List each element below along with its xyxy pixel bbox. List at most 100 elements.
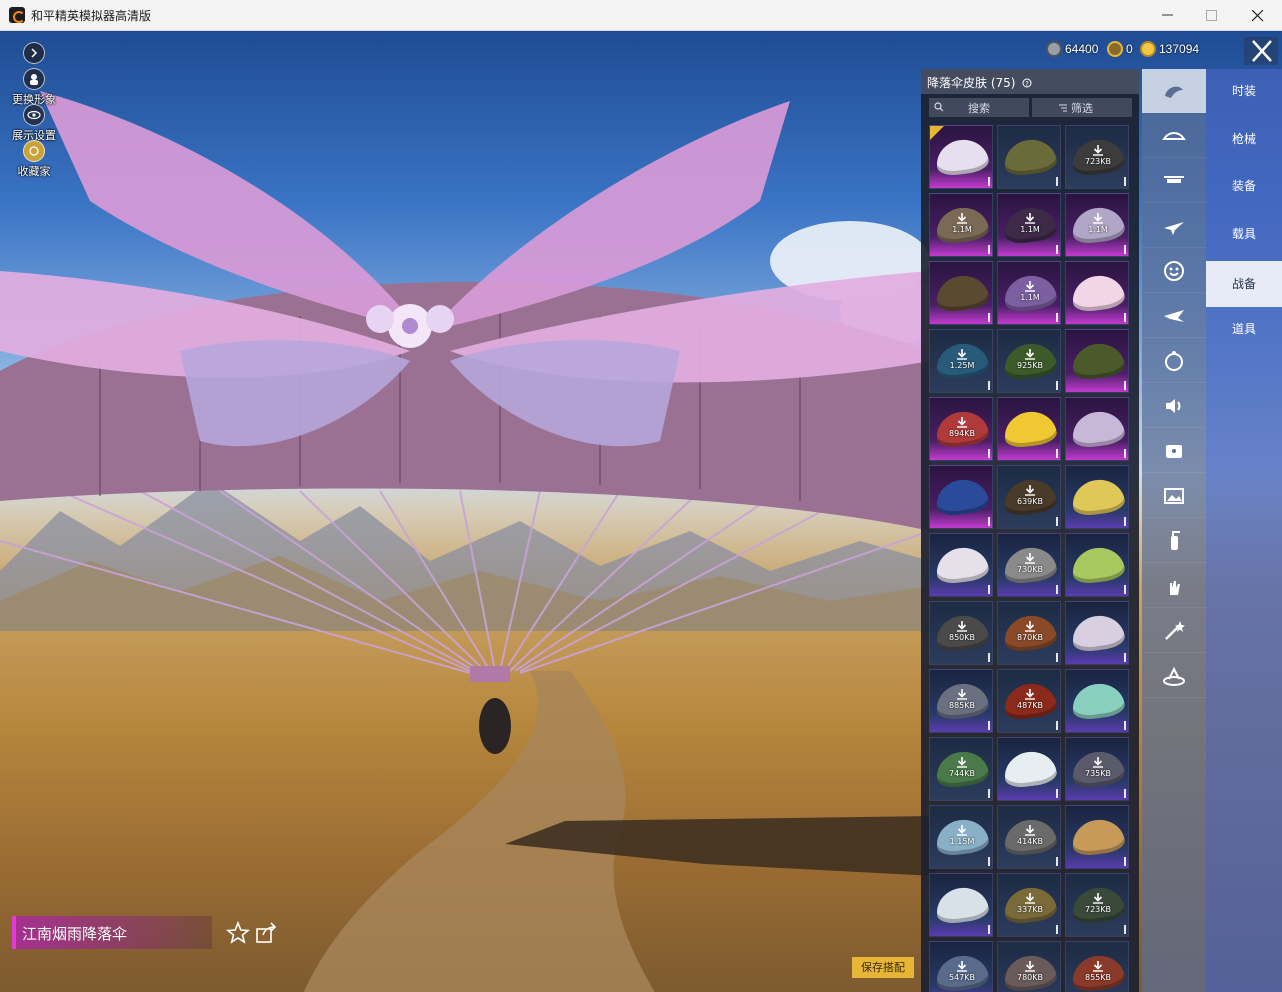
maximize-button[interactable] [1189, 0, 1235, 31]
tile-level-bar [988, 177, 990, 186]
save-outfit-button[interactable]: 保存搭配 [852, 957, 914, 978]
skin-tile[interactable]: 894KB [929, 397, 993, 461]
download-size: 744KB [930, 756, 992, 778]
skin-tile[interactable]: 855KB [1065, 941, 1129, 992]
display-settings-button[interactable]: 展示设置 [4, 104, 64, 143]
download-icon [957, 349, 967, 360]
skin-tile[interactable] [929, 533, 993, 597]
skin-tile[interactable] [929, 125, 993, 189]
skin-tile[interactable] [1065, 533, 1129, 597]
window-titlebar: 和平精英模拟器高清版 [0, 0, 1282, 31]
menu-item[interactable]: 战备 [1206, 261, 1282, 307]
hand-effect-icon [1170, 580, 1180, 595]
category-wand[interactable] [1142, 609, 1206, 653]
skin-tile[interactable]: 1.1M [929, 193, 993, 257]
share-button[interactable] [254, 921, 278, 945]
skin-tile[interactable]: 723KB [1065, 125, 1129, 189]
category-sound[interactable] [1142, 384, 1206, 428]
tile-level-bar [988, 653, 990, 662]
gold-amount: 137094 [1159, 42, 1200, 56]
skin-tile[interactable] [1065, 601, 1129, 665]
skin-tile[interactable]: 780KB [997, 941, 1061, 992]
filter-icon [1059, 104, 1067, 112]
download-size-label: 1.1M [952, 225, 972, 234]
skin-tile[interactable] [1065, 465, 1129, 529]
skin-tile[interactable] [997, 125, 1061, 189]
skin-tile[interactable]: 870KB [997, 601, 1061, 665]
category-frame[interactable] [1142, 474, 1206, 518]
menu-item[interactable]: 枪械 [1206, 119, 1282, 159]
info-icon[interactable]: ? [1022, 78, 1032, 88]
download-icon [1025, 349, 1035, 360]
skin-tile[interactable] [929, 873, 993, 937]
skin-tile[interactable] [1065, 669, 1129, 733]
category-drone[interactable] [1142, 159, 1206, 203]
skin-tile[interactable] [1065, 397, 1129, 461]
category-plane[interactable] [1142, 204, 1206, 248]
filter-button[interactable]: 筛选 [1032, 98, 1132, 117]
download-icon [957, 825, 967, 836]
skin-tile[interactable]: 850KB [929, 601, 993, 665]
plane-icon [1164, 221, 1184, 235]
download-icon [957, 689, 967, 700]
skin-tile[interactable] [997, 737, 1061, 801]
close-wardrobe-button[interactable] [1244, 37, 1278, 65]
close-window-button[interactable] [1235, 0, 1281, 31]
expand-button[interactable] [4, 42, 64, 64]
download-icon [957, 961, 967, 972]
panel-toolbar: 搜索 筛选 [929, 98, 1132, 117]
download-size-label: 735KB [1084, 769, 1111, 778]
category-hat[interactable] [1142, 114, 1206, 158]
category-hand-effect[interactable] [1142, 564, 1206, 608]
search-button[interactable]: 搜索 [929, 98, 1029, 117]
skin-tile[interactable] [1065, 329, 1129, 393]
skin-tile[interactable] [1065, 805, 1129, 869]
skin-tile[interactable]: 723KB [1065, 873, 1129, 937]
wand-icon [1165, 620, 1185, 640]
skin-tile[interactable]: 730KB [997, 533, 1061, 597]
skin-tile[interactable] [929, 261, 993, 325]
skin-tile[interactable] [929, 465, 993, 529]
parachute-thumbnail [1069, 544, 1127, 586]
category-glider[interactable] [1142, 294, 1206, 338]
menu-item[interactable]: 载具 [1206, 214, 1282, 254]
panel-title: 降落伞皮肤 (75) [927, 76, 1016, 90]
download-size: 414KB [998, 824, 1060, 846]
skin-tile[interactable]: 1.1M [997, 193, 1061, 257]
skin-tile[interactable]: 925KB [997, 329, 1061, 393]
skin-tile[interactable]: 744KB [929, 737, 993, 801]
change-look-button[interactable]: 更换形象 [4, 68, 64, 107]
minimize-button[interactable] [1145, 0, 1191, 31]
menu-item[interactable]: 装备 [1206, 166, 1282, 206]
tile-level-bar [988, 721, 990, 730]
menu-item[interactable]: 时装 [1206, 71, 1282, 111]
menu-item[interactable]: 道具 [1206, 309, 1282, 349]
download-size: 723KB [1066, 892, 1128, 914]
selected-item-name: 江南烟雨降落伞 [12, 916, 212, 949]
category-companion[interactable] [1142, 339, 1206, 383]
download-size-label: 337KB [1016, 905, 1043, 914]
download-size: 925KB [998, 348, 1060, 370]
skin-tile[interactable]: 414KB [997, 805, 1061, 869]
skin-tile[interactable]: 639KB [997, 465, 1061, 529]
skin-tile[interactable]: 1.1M [997, 261, 1061, 325]
skin-tile[interactable]: 1.1M [1065, 193, 1129, 257]
collection-button[interactable]: 收藏家 [4, 140, 64, 179]
skin-tile[interactable]: 337KB [997, 873, 1061, 937]
download-size: 723KB [1066, 144, 1128, 166]
skin-tile[interactable]: 885KB [929, 669, 993, 733]
download-size-label: 925KB [1016, 361, 1043, 370]
category-landing-effect[interactable] [1142, 654, 1206, 698]
skin-tile[interactable]: 547KB [929, 941, 993, 992]
category-emote[interactable] [1142, 249, 1206, 293]
skin-tile[interactable]: 487KB [997, 669, 1061, 733]
skin-tile[interactable]: 1.15M [929, 805, 993, 869]
category-card[interactable] [1142, 429, 1206, 473]
skin-tile[interactable]: 735KB [1065, 737, 1129, 801]
skin-tile[interactable] [997, 397, 1061, 461]
skin-tile[interactable]: 1.25M [929, 329, 993, 393]
category-outfit[interactable] [1142, 69, 1206, 113]
skin-tile[interactable] [1065, 261, 1129, 325]
category-extinguisher[interactable] [1142, 519, 1206, 563]
favorite-button[interactable] [225, 920, 251, 945]
